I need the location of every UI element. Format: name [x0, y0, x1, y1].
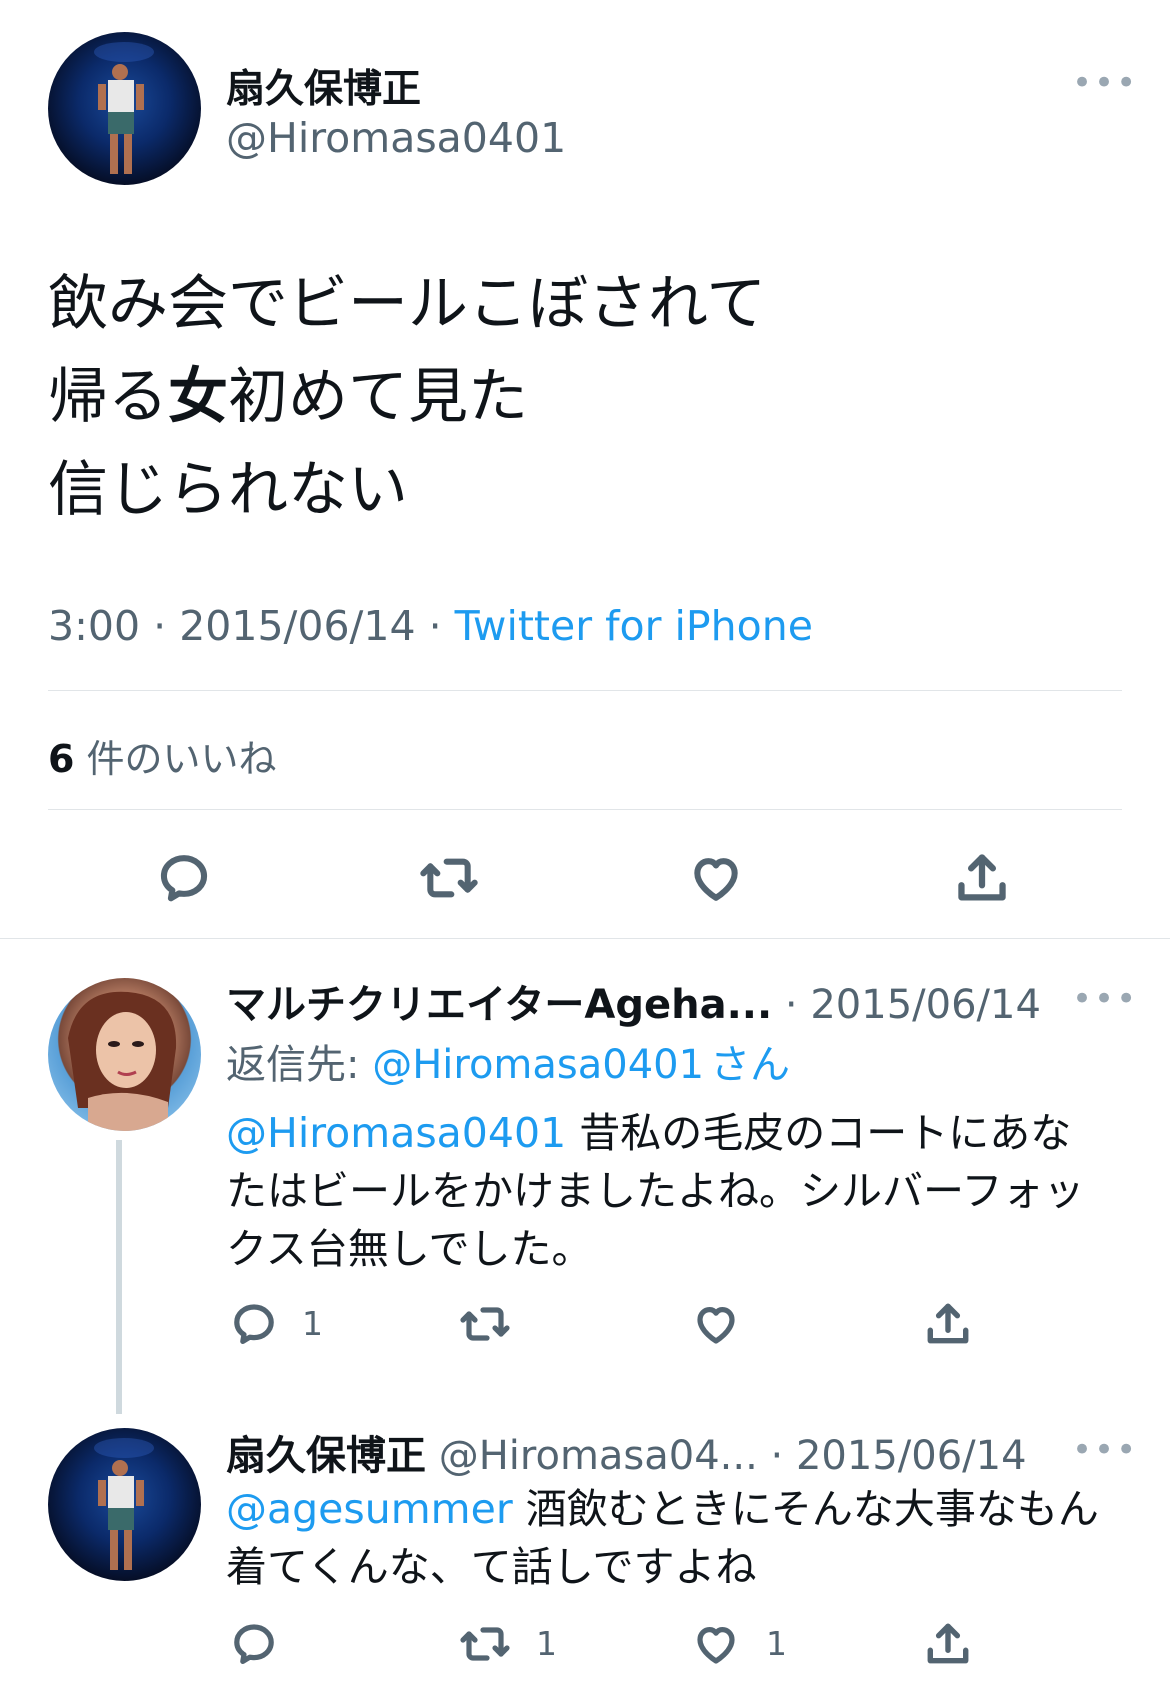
retweet-button[interactable]	[414, 846, 484, 910]
likes-summary[interactable]: 6 件のいいね	[48, 728, 277, 783]
share-icon	[927, 1303, 969, 1344]
like-count: 1	[766, 1624, 787, 1663]
like-button[interactable]	[690, 1618, 742, 1670]
tweet-text-line-3: 信じられない	[48, 455, 408, 525]
reply-date[interactable]: 2015/06/14	[810, 982, 1041, 1028]
heart-icon	[694, 858, 738, 901]
reply-text: @agesummer 酒飲むときにそんな大事なもん 着てくんな、て話しですよね	[226, 1485, 1099, 1591]
retweet-icon	[460, 1307, 510, 1341]
retweet-icon	[420, 858, 478, 898]
author-handle[interactable]: @Hiromasa04...	[439, 1433, 758, 1479]
heart-icon	[697, 1627, 735, 1664]
share-button[interactable]	[922, 1298, 974, 1350]
mention-link[interactable]: @agesummer	[226, 1485, 513, 1533]
retweet-button[interactable]	[456, 1618, 514, 1670]
mention-link[interactable]: @Hiromasa0401	[226, 1109, 566, 1157]
author-name[interactable]: 扇久保博正	[226, 1433, 426, 1479]
reply-header: 扇久保博正 @Hiromasa04... · 2015/06/14	[226, 1433, 1027, 1479]
share-button[interactable]	[922, 1618, 974, 1670]
more-icon[interactable]: •••	[1072, 1433, 1138, 1467]
reply-date[interactable]: 2015/06/14	[796, 1433, 1027, 1479]
avatar-image	[94, 42, 154, 174]
avatar[interactable]	[48, 978, 201, 1131]
likes-label: 件のいいね	[86, 737, 277, 781]
reply-icon	[234, 1304, 274, 1344]
tweet-text-line-1: 飲み会でビールこぼされて	[48, 269, 767, 339]
reply-button[interactable]	[152, 846, 216, 910]
retweet-button[interactable]	[456, 1298, 514, 1350]
like-button[interactable]	[690, 1298, 742, 1350]
share-button[interactable]	[950, 846, 1014, 910]
reply-text: @Hiromasa0401 昔私の毛皮のコートにあな たはビールをかけましたよね…	[226, 1109, 1085, 1273]
retweet-icon	[460, 1627, 510, 1661]
avatar-image	[68, 991, 177, 1131]
tweet-time[interactable]: 3:00	[48, 602, 140, 650]
avatar-image	[94, 1438, 154, 1570]
tweet-meta: 3:00 · 2015/06/14 · Twitter for iPhone	[48, 602, 813, 650]
avatar[interactable]	[48, 32, 201, 185]
reply-to: 返信先: @Hiromasa0401 さん	[226, 1042, 791, 1088]
reply-header: マルチクリエイターAgeha... · 2015/06/14	[226, 982, 1041, 1028]
divider	[48, 809, 1122, 810]
thread-line	[116, 1140, 122, 1414]
share-icon	[958, 854, 1006, 901]
more-icon[interactable]: •••	[1072, 982, 1138, 1016]
avatar[interactable]	[48, 1428, 201, 1581]
reply-button[interactable]	[228, 1298, 280, 1350]
author-handle[interactable]: @Hiromasa0401	[226, 114, 566, 162]
reply-button[interactable]	[228, 1618, 280, 1670]
heart-icon	[697, 1307, 735, 1344]
more-icon[interactable]: •••	[1072, 66, 1138, 100]
likes-count: 6	[48, 737, 75, 781]
divider	[48, 690, 1122, 691]
author-name[interactable]: マルチクリエイターAgeha...	[226, 982, 772, 1028]
author-name[interactable]: 扇久保博正	[226, 58, 421, 114]
reply-to-handle[interactable]: @Hiromasa0401	[372, 1042, 704, 1088]
divider	[0, 938, 1170, 939]
tweet-text: 飲み会でビールこぼされて 帰る女初めて見た 信じられない	[48, 258, 766, 537]
reply-count: 1	[302, 1304, 323, 1343]
reply-icon	[160, 855, 208, 902]
tweet-text-line-2: 帰る女初めて見た	[48, 362, 528, 432]
reply-icon	[234, 1624, 274, 1664]
retweet-count: 1	[536, 1624, 557, 1663]
tweet-date[interactable]: 2015/06/14	[179, 602, 415, 650]
like-button[interactable]	[684, 846, 748, 910]
tweet-source[interactable]: Twitter for iPhone	[455, 602, 813, 650]
share-icon	[927, 1623, 969, 1664]
